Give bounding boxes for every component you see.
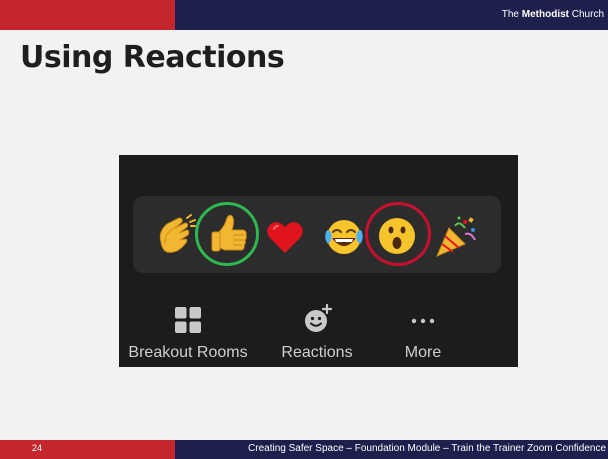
footer-red-block: 24 [0, 440, 175, 459]
brand-name: The Methodist Church [501, 9, 604, 20]
zoom-toolbar: Breakout Rooms Reactions More [119, 302, 518, 367]
zoom-screenshot: Breakout Rooms Reactions More [119, 155, 518, 367]
reaction-tray [133, 196, 501, 273]
slide-title: Using Reactions [20, 40, 285, 75]
reactions-label: Reactions [281, 344, 353, 361]
more-button[interactable]: More [389, 302, 459, 367]
reactions-button[interactable]: Reactions [269, 302, 359, 367]
more-label: More [404, 344, 442, 361]
more-dots-icon [411, 318, 435, 324]
thumbs-up-highlight-circle [195, 202, 259, 266]
tears-of-joy-icon[interactable] [323, 216, 365, 258]
clapping-hands-icon[interactable] [153, 214, 197, 258]
footer-text: Creating Safer Space – Foundation Module… [248, 443, 606, 454]
header-navy-block: The Methodist Church [175, 0, 608, 30]
breakout-rooms-icon [175, 307, 201, 333]
open-mouth-highlight-circle [365, 202, 431, 266]
add-reaction-icon [305, 304, 333, 332]
red-heart-icon[interactable] [266, 220, 304, 254]
footer-bar: 24 Creating Safer Space – Foundation Mod… [0, 440, 608, 459]
footer-navy-block: Creating Safer Space – Foundation Module… [175, 440, 608, 459]
party-popper-icon[interactable] [435, 214, 479, 258]
breakout-rooms-label: Breakout Rooms [128, 344, 248, 361]
header-bar: The Methodist Church [0, 0, 608, 30]
header-red-block [0, 0, 175, 30]
page-number: 24 [32, 443, 43, 453]
breakout-rooms-button[interactable]: Breakout Rooms [119, 302, 259, 367]
